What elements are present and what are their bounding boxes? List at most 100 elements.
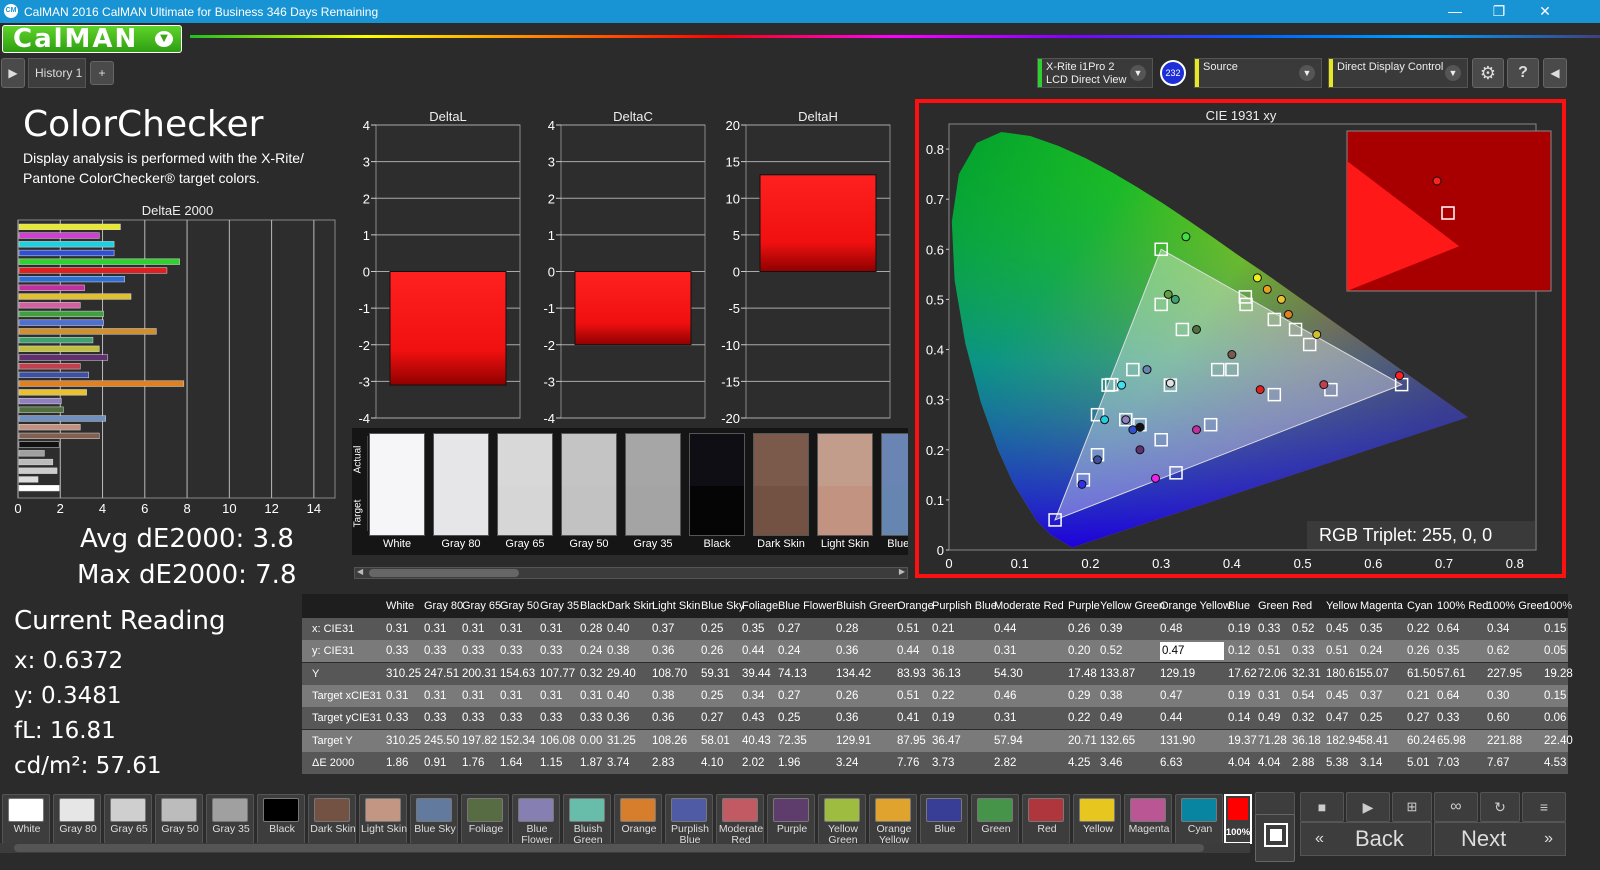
settings-button[interactable]: ⚙ xyxy=(1472,58,1504,88)
swatch-patch xyxy=(689,433,745,536)
scrollbar-thumb[interactable] xyxy=(369,569,519,577)
cie-measured-point xyxy=(1395,371,1405,381)
patch-button[interactable]: Blue Flower xyxy=(512,794,560,846)
refresh-button[interactable]: ↻ xyxy=(1480,792,1520,822)
table-header-cell: Blue Sky xyxy=(701,600,745,612)
swatch-target xyxy=(754,486,808,535)
stop-button[interactable] xyxy=(1255,814,1295,862)
table-cell: 0.27 xyxy=(778,689,801,702)
patch-button[interactable]: Orange Yellow xyxy=(869,794,917,846)
patch-button[interactable]: Moderate Red xyxy=(716,794,764,846)
patch-button[interactable]: Orange xyxy=(614,794,662,844)
table-header-row: White Gray 80 Gray 65 Gray 50 Gray 35 Black Da… xyxy=(302,594,1572,618)
back-label: Back xyxy=(1355,826,1404,851)
patch-button[interactable]: Blue xyxy=(920,794,968,844)
read-series-button[interactable]: ⊞ xyxy=(1392,792,1432,822)
patch-button[interactable]: Gray 50 xyxy=(155,794,203,844)
cie-measured-point xyxy=(1093,455,1103,465)
swatch-patch xyxy=(881,433,908,536)
table-cell: 0.14 xyxy=(1228,712,1251,725)
patch-button[interactable]: Gray 35 xyxy=(206,794,254,844)
scroll-left-icon[interactable]: ◀ xyxy=(357,567,363,576)
reading-cdm2: cd/m²: 57.61 xyxy=(14,753,162,779)
patch-button[interactable]: Yellow xyxy=(1073,794,1121,844)
patch-button[interactable]: Black xyxy=(257,794,305,844)
patch-button[interactable]: Yellow Green xyxy=(818,794,866,846)
table-cell: 0.21 xyxy=(1407,689,1430,702)
cie-x-tick-label: 0.7 xyxy=(1435,556,1453,571)
source-selector[interactable]: Source ▼ xyxy=(1194,58,1322,88)
patch-button[interactable]: Foliage xyxy=(461,794,509,844)
patch-button[interactable]: Dark Skin xyxy=(308,794,356,844)
de2000-bar xyxy=(18,363,81,370)
calman-logo-menu[interactable]: CalMAN ▼ xyxy=(2,25,182,53)
display-control-selector[interactable]: Direct Display Control ▼ xyxy=(1328,58,1468,88)
table-cell: 0.44 xyxy=(897,645,920,658)
patch-button[interactable]: Cyan xyxy=(1175,794,1223,844)
patch-button[interactable]: Magenta xyxy=(1124,794,1172,844)
table-cell: 0.19 xyxy=(932,712,955,725)
tab-history[interactable]: History 1 xyxy=(28,58,86,88)
cie-measured-point xyxy=(1142,365,1152,375)
read-button[interactable]: ▶ xyxy=(1346,792,1390,822)
patch-button[interactable]: Gray 65 xyxy=(104,794,152,844)
meter-selector[interactable]: X-Rite i1Pro 2 LCD Direct View ▼ xyxy=(1037,58,1153,88)
patch-button[interactable]: Red xyxy=(1022,794,1070,844)
rainbow-divider xyxy=(190,35,1600,38)
next-button[interactable]: Next » xyxy=(1434,822,1566,856)
table-cell: 36.13 xyxy=(932,667,961,680)
back-button[interactable]: « Back xyxy=(1300,822,1432,856)
patch-label: Red xyxy=(1037,823,1057,835)
swatch-label: Gray 65 xyxy=(505,538,545,550)
patch-scrollbar-thumb[interactable] xyxy=(14,844,1204,852)
patch-chip xyxy=(416,798,452,822)
delta-bar xyxy=(389,271,507,386)
patch-button[interactable]: Bluish Green xyxy=(563,794,611,846)
swatch-actual xyxy=(562,434,616,486)
stop-read-button[interactable]: ■ xyxy=(1300,792,1344,822)
table-cell: 0.05 xyxy=(1544,645,1567,658)
collapse-panel-button[interactable]: ◀ xyxy=(1543,58,1567,88)
table-header-cell: Yellow xyxy=(1326,600,1358,612)
table-cell-selected[interactable]: 0.47 xyxy=(1160,642,1224,661)
close-button[interactable]: ✕ xyxy=(1522,1,1568,21)
patch-button[interactable]: Gray 80 xyxy=(53,794,101,844)
table-cell: 83.93 xyxy=(897,667,926,680)
scroll-right-icon[interactable]: ▶ xyxy=(899,567,905,576)
cie-y-tick-label: 0.4 xyxy=(926,343,944,358)
table-cell: 0.31 xyxy=(424,623,447,635)
table-header-cell: Gray 35 xyxy=(540,600,580,612)
patch-button[interactable]: Purplish Blue xyxy=(665,794,713,846)
current-patch[interactable]: 100% xyxy=(1224,794,1252,844)
patch-button[interactable]: Green xyxy=(971,794,1019,844)
sidebar-toggle-button[interactable]: ▶ xyxy=(1,58,25,88)
tab-bar: ▶ History 1 + X-Rite i1Pro 2 LCD Direct … xyxy=(0,56,1600,90)
table-cell: 245.50 xyxy=(424,734,460,747)
de2000-bar xyxy=(18,232,100,239)
device-badge[interactable]: 232 xyxy=(1160,60,1186,86)
options-button[interactable]: ≡ xyxy=(1522,792,1566,822)
patch-button[interactable]: Light Skin xyxy=(359,794,407,844)
delta-tick-label: 20 xyxy=(726,118,740,133)
table-cell: 0.39 xyxy=(1100,623,1123,635)
continuous-read-button[interactable]: ∞ xyxy=(1434,792,1478,822)
tab-history-label: History 1 xyxy=(35,66,83,80)
patch-button[interactable]: White xyxy=(2,794,50,844)
table-cell: 0.26 xyxy=(1407,645,1430,658)
patch-button[interactable]: Purple xyxy=(767,794,815,844)
patch-button[interactable]: Blue Sky xyxy=(410,794,458,844)
add-tab-button[interactable]: + xyxy=(90,61,114,85)
table-row-label: Target Y xyxy=(312,734,353,747)
table-cell: 129.19 xyxy=(1160,667,1196,680)
swatch-scrollbar[interactable]: ◀ ▶ xyxy=(354,567,908,579)
de2000-tick-label: 12 xyxy=(264,501,278,516)
cie-x-tick-label: 0.1 xyxy=(1011,556,1029,571)
table-cell: 0.43 xyxy=(742,712,765,725)
table-row: Target xCIE31 0.31 0.31 0.31 0.31 0.31 0.31 0.4… xyxy=(302,684,1568,707)
de2000-bar-chart: 0 2 4 6 8 10 12 14 xyxy=(14,219,336,516)
restore-button[interactable]: ❐ xyxy=(1476,1,1522,21)
help-button[interactable]: ? xyxy=(1507,58,1539,88)
minimize-button[interactable]: — xyxy=(1432,1,1478,21)
patch-scrollbar[interactable] xyxy=(0,843,1250,853)
table-cell: 0.91 xyxy=(424,756,447,769)
